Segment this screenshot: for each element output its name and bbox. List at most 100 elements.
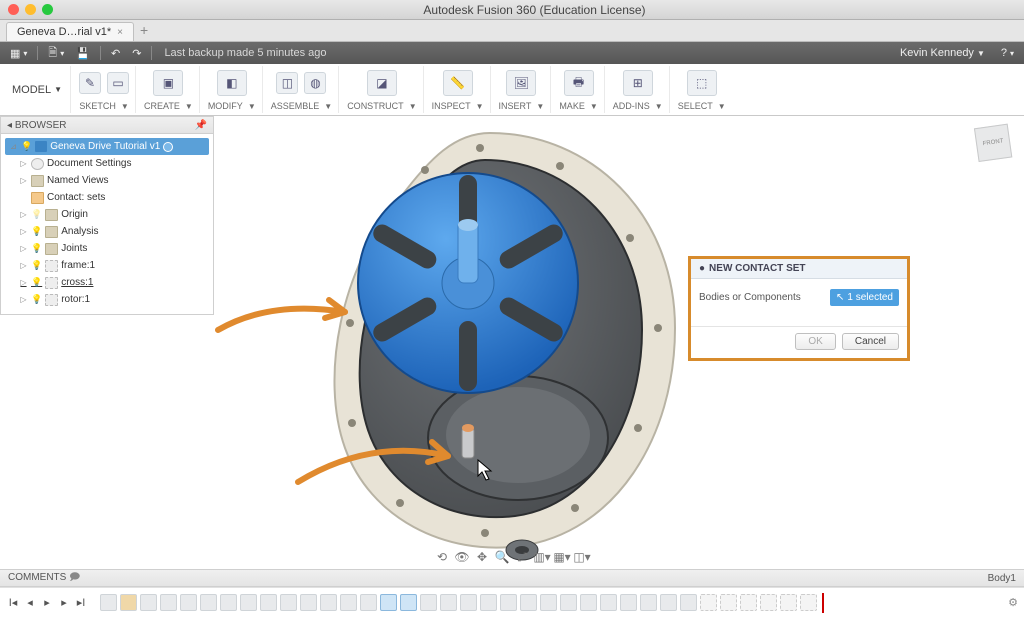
redo-button[interactable]: ↷ [128, 45, 145, 62]
cancel-button[interactable]: Cancel [842, 333, 899, 350]
timeline-feature[interactable] [260, 594, 277, 611]
sketch-line-icon[interactable]: ✎ [79, 72, 101, 94]
timeline-next-button[interactable]: ▸ [57, 596, 71, 609]
select-icon[interactable]: ⬚ [687, 70, 717, 96]
tree-item-rotor[interactable]: ▷💡 rotor:1 [1, 291, 213, 308]
user-menu[interactable]: Kevin Kennedy▼ [892, 45, 993, 61]
timeline-marker[interactable] [822, 593, 824, 613]
ribbon-label-modify[interactable]: MODIFY▼ [208, 101, 256, 111]
timeline-feature[interactable] [300, 594, 317, 611]
measure-icon[interactable]: 📏 [443, 70, 473, 96]
browser-panel-header[interactable]: ◂ BROWSER 📌 [0, 116, 214, 134]
timeline-feature[interactable] [200, 594, 217, 611]
timeline-feature[interactable] [600, 594, 617, 611]
ribbon-label-addins[interactable]: ADD-INS▼ [613, 101, 663, 111]
timeline-feature[interactable] [780, 594, 797, 611]
timeline-feature[interactable] [140, 594, 157, 611]
look-icon[interactable]: 👁 [455, 550, 469, 564]
timeline-settings-button[interactable]: ⚙ [1008, 596, 1018, 609]
workspace-switcher[interactable]: MODEL▼ [4, 66, 71, 113]
selection-chip[interactable]: ↖ 1 selected [830, 289, 899, 306]
activate-component-icon[interactable] [163, 142, 173, 152]
fit-icon[interactable]: ⤢ [515, 550, 529, 564]
timeline-feature[interactable] [640, 594, 657, 611]
tree-item-document-settings[interactable]: ▷ Document Settings [1, 155, 213, 172]
tree-item-frame[interactable]: ▷💡 frame:1 [1, 257, 213, 274]
orbit-icon[interactable]: ⟲ [435, 550, 449, 564]
new-component-icon[interactable]: ◫ [276, 72, 298, 94]
timeline-feature[interactable] [100, 594, 117, 611]
timeline-feature[interactable] [340, 594, 357, 611]
timeline-feature[interactable] [440, 594, 457, 611]
timeline-feature[interactable] [320, 594, 337, 611]
ribbon-label-assemble[interactable]: ASSEMBLE▼ [271, 101, 332, 111]
timeline-feature[interactable] [380, 594, 397, 611]
tree-item-contact-sets[interactable]: Contact: sets [1, 189, 213, 206]
timeline-feature[interactable] [740, 594, 757, 611]
timeline-feature[interactable] [420, 594, 437, 611]
tree-item-origin[interactable]: ▷💡 Origin [1, 206, 213, 223]
timeline-feature[interactable] [540, 594, 557, 611]
tree-root[interactable]: ⊿💡 Geneva Drive Tutorial v1 [5, 138, 209, 155]
timeline-feature[interactable] [180, 594, 197, 611]
ribbon-label-make[interactable]: MAKE▼ [559, 101, 597, 111]
timeline-feature[interactable] [580, 594, 597, 611]
file-menu-button[interactable]: 🗎▾ [44, 42, 68, 65]
timeline-feature[interactable] [560, 594, 577, 611]
timeline-feature[interactable] [520, 594, 537, 611]
timeline-feature[interactable] [400, 594, 417, 611]
viewcube[interactable]: FRONT [969, 119, 1014, 164]
undo-button[interactable]: ↶ [107, 45, 124, 62]
timeline-feature[interactable] [660, 594, 677, 611]
document-tab[interactable]: Geneva D…rial v1* × [6, 22, 134, 41]
extrude-icon[interactable]: ▣ [153, 70, 183, 96]
print-3d-icon[interactable]: 🖶 [564, 70, 594, 96]
tree-item-named-views[interactable]: ▷ Named Views [1, 172, 213, 189]
timeline-feature[interactable] [500, 594, 517, 611]
timeline-feature[interactable] [800, 594, 817, 611]
timeline-feature[interactable] [240, 594, 257, 611]
timeline-end-button[interactable]: ▸I [74, 596, 88, 609]
timeline-feature[interactable] [120, 594, 137, 611]
timeline-start-button[interactable]: I◂ [6, 596, 20, 609]
joint-icon[interactable]: ◍ [304, 72, 326, 94]
timeline-feature[interactable] [220, 594, 237, 611]
minimize-window-icon[interactable] [25, 4, 36, 15]
timeline-feature[interactable] [360, 594, 377, 611]
zoom-icon[interactable]: 🔍 [495, 550, 509, 564]
ribbon-label-insert[interactable]: INSERT▼ [499, 101, 545, 111]
timeline-feature[interactable] [280, 594, 297, 611]
timeline-feature[interactable] [480, 594, 497, 611]
ribbon-label-create[interactable]: CREATE▼ [144, 101, 193, 111]
sketch-rect-icon[interactable]: ▭ [107, 72, 129, 94]
timeline-feature[interactable] [720, 594, 737, 611]
data-panel-button[interactable]: ▦▾ [6, 45, 31, 62]
ribbon-label-select[interactable]: SELECT▼ [678, 101, 726, 111]
close-window-icon[interactable] [8, 4, 19, 15]
timeline-feature[interactable] [620, 594, 637, 611]
press-pull-icon[interactable]: ◧ [217, 70, 247, 96]
tree-item-analysis[interactable]: ▷💡 Analysis [1, 223, 213, 240]
tree-item-cross[interactable]: ▷💡 cross:1 [1, 274, 213, 291]
plane-icon[interactable]: ◪ [367, 70, 397, 96]
pin-icon[interactable]: 📌 [195, 120, 207, 131]
tree-item-joints[interactable]: ▷💡 Joints [1, 240, 213, 257]
close-tab-icon[interactable]: × [117, 27, 123, 38]
pan-icon[interactable]: ✥ [475, 550, 489, 564]
insert-icon[interactable]: 🖼 [506, 70, 536, 96]
timeline-feature[interactable] [160, 594, 177, 611]
timeline-feature[interactable] [760, 594, 777, 611]
timeline-play-button[interactable]: ▸ [40, 596, 54, 609]
timeline-prev-button[interactable]: ◂ [23, 596, 37, 609]
ok-button[interactable]: OK [795, 333, 835, 350]
addins-icon[interactable]: ⊞ [623, 70, 653, 96]
timeline-feature[interactable] [680, 594, 697, 611]
timeline-feature[interactable] [700, 594, 717, 611]
comments-bar[interactable]: COMMENTS 🗩 Body1 [0, 569, 1024, 587]
ribbon-label-sketch[interactable]: SKETCH▼ [79, 101, 128, 111]
ribbon-label-inspect[interactable]: INSPECT▼ [432, 101, 484, 111]
ribbon-label-construct[interactable]: CONSTRUCT▼ [347, 101, 416, 111]
maximize-window-icon[interactable] [42, 4, 53, 15]
model-3d-preview[interactable] [260, 118, 720, 568]
new-tab-button[interactable]: + [134, 19, 154, 41]
